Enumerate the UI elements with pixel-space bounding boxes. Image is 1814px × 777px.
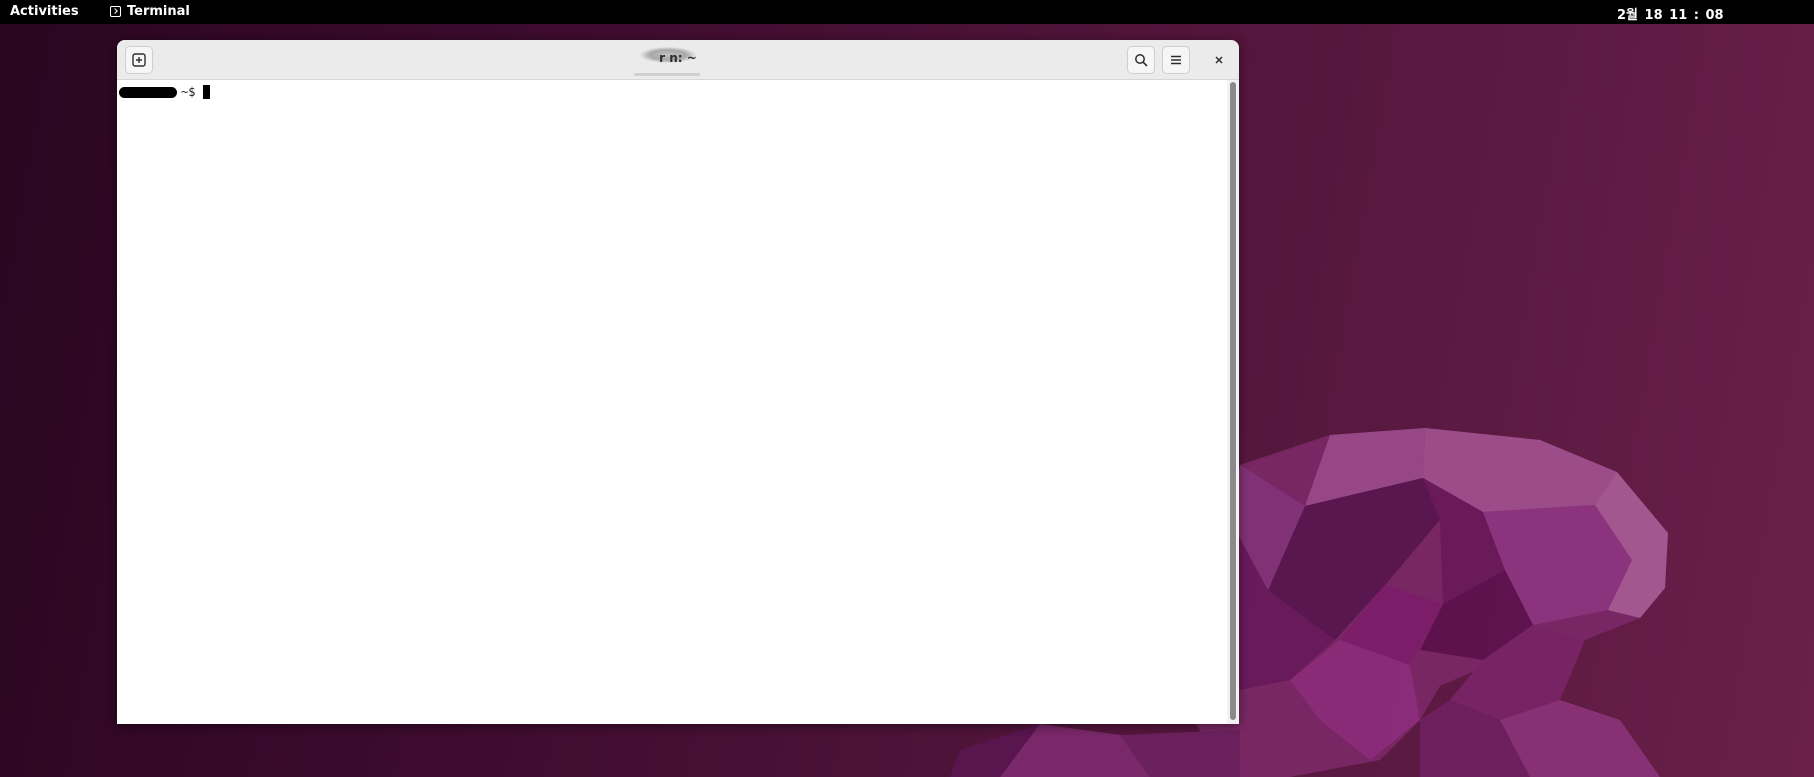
hamburger-menu-icon [1171, 55, 1181, 65]
prompt-line: ~$ [119, 83, 211, 101]
app-menu-button[interactable]: Terminal [110, 4, 190, 19]
redacted-username [119, 86, 177, 98]
close-icon [1215, 56, 1223, 64]
main-menu-button[interactable] [1162, 46, 1190, 74]
terminal-window: r n: ~ ~$ [117, 40, 1239, 724]
terminal-headerbar[interactable]: r n: ~ [117, 40, 1239, 80]
scrollbar[interactable] [1227, 80, 1239, 724]
text-cursor [203, 85, 211, 99]
search-icon [1135, 54, 1148, 67]
search-button[interactable] [1127, 46, 1155, 74]
top-bar: Activities Terminal 2월 18 11 : 08 [0, 0, 1814, 24]
terminal-output-area[interactable]: ~$ [117, 80, 1227, 724]
clock[interactable]: 2월 18 11 : 08 [1617, 4, 1724, 23]
app-menu-label: Terminal [127, 4, 190, 19]
close-window-button[interactable] [1207, 48, 1231, 72]
prompt-suffix: ~$ [181, 85, 196, 99]
active-tab-indicator [634, 73, 700, 76]
terminal-icon [110, 6, 121, 17]
activities-button[interactable]: Activities [10, 4, 79, 19]
window-title: r n: ~ [659, 51, 697, 65]
scrollbar-thumb[interactable] [1230, 82, 1236, 720]
